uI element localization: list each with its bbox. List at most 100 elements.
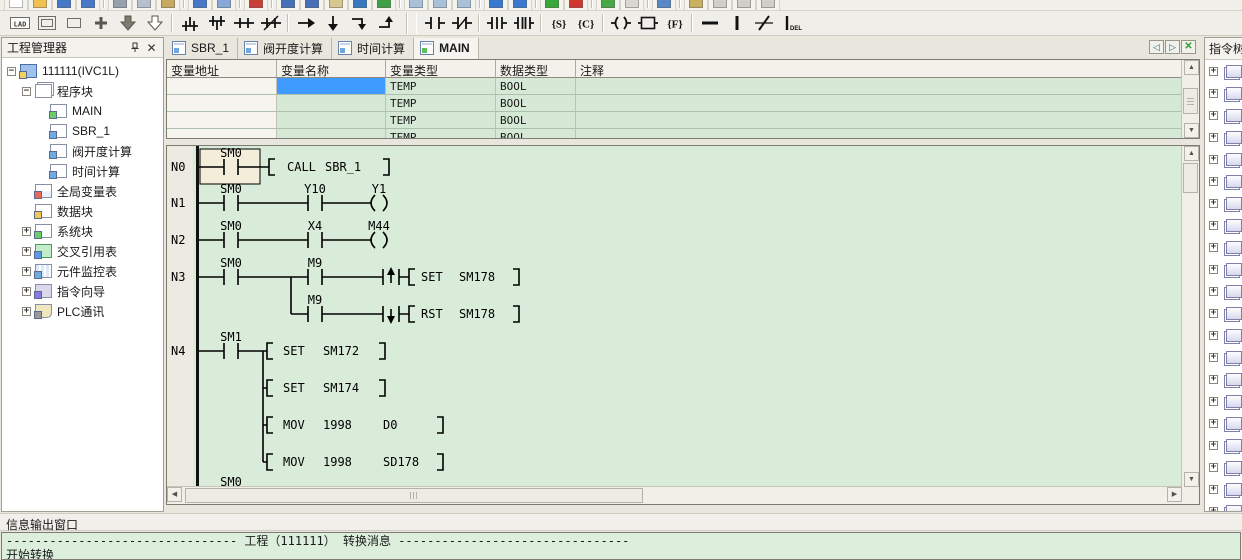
expand-icon[interactable]: +: [1209, 221, 1218, 230]
pin-icon[interactable]: [126, 40, 143, 56]
window-tile-3-button[interactable]: [452, 0, 476, 11]
undo-button[interactable]: [188, 0, 212, 11]
instruction-tree-item[interactable]: +: [1205, 346, 1242, 368]
contact-label[interactable]: SM0: [220, 182, 242, 196]
column-header-comment[interactable]: 注释: [576, 60, 1182, 78]
find-button[interactable]: [276, 0, 300, 11]
run-button[interactable]: [540, 0, 564, 11]
instruction-tree-item[interactable]: +: [1205, 214, 1242, 236]
tree-item-instruction-wizard[interactable]: +指令向导: [2, 281, 163, 301]
expand-icon[interactable]: +: [1209, 463, 1218, 472]
tree-item-project-root[interactable]: −111111(IVC1L): [2, 61, 163, 81]
instruction-arg[interactable]: SM178: [459, 307, 495, 321]
scroll-left-icon[interactable]: ◀: [167, 487, 182, 502]
draw-line-down-button[interactable]: [203, 13, 230, 34]
scroll-right-icon[interactable]: ▶: [1167, 487, 1182, 502]
redo-button[interactable]: [212, 0, 236, 11]
tool-a-button[interactable]: [708, 0, 732, 11]
draw-line-up-button[interactable]: [176, 13, 203, 34]
name-cell[interactable]: [277, 78, 386, 95]
instruction-arg[interactable]: SM178: [459, 270, 495, 284]
contact-neg-edge-button[interactable]: [510, 13, 537, 34]
window-tile-2-button[interactable]: [428, 0, 452, 11]
instruction-tree-item[interactable]: +: [1205, 412, 1242, 434]
bookmark-button[interactable]: [324, 0, 348, 11]
datatype-cell[interactable]: BOOL: [496, 95, 576, 112]
hscroll-thumb[interactable]: [185, 488, 643, 503]
tree-item-valve-calc[interactable]: 阀开度计算: [2, 141, 163, 161]
ladder-editor[interactable]: N0 N1 N2 N3 N4 SM0 CALL SBR_1 SM0 Y10 Y1: [166, 145, 1200, 505]
instruction-tree-item[interactable]: +: [1205, 104, 1242, 126]
tab-close-button[interactable]: ✕: [1181, 40, 1196, 54]
cut-button[interactable]: [108, 0, 132, 11]
column-header-vartype[interactable]: 变量类型: [386, 60, 496, 78]
expand-icon[interactable]: +: [1209, 485, 1218, 494]
expand-icon[interactable]: +: [1209, 309, 1218, 318]
contact-label[interactable]: SM0: [220, 146, 242, 160]
expand-icon[interactable]: +: [1209, 177, 1218, 186]
tool-b-button[interactable]: [732, 0, 756, 11]
ladder-vscrollbar[interactable]: ▲ ▼: [1181, 146, 1199, 487]
vline-button[interactable]: [723, 13, 750, 34]
tree-item-program-blocks[interactable]: −程序块: [2, 81, 163, 101]
coil-label[interactable]: Y1: [372, 182, 386, 196]
expand-icon[interactable]: +: [1209, 331, 1218, 340]
instruction-op[interactable]: MOV: [283, 418, 305, 432]
address-cell[interactable]: [167, 112, 277, 129]
tree-item-main[interactable]: MAIN: [2, 101, 163, 121]
line-slash-button[interactable]: [750, 13, 777, 34]
collapse-icon[interactable]: −: [7, 67, 16, 76]
instruction-tree-item[interactable]: +: [1205, 148, 1242, 170]
output-window[interactable]: -------------------------------- 工程（1111…: [1, 532, 1241, 560]
delete-row-down-button[interactable]: [141, 13, 168, 34]
instruction-tree-item[interactable]: +: [1205, 60, 1242, 82]
contact-pos-edge-button[interactable]: [483, 13, 510, 34]
tab-SBR_1[interactable]: SBR_1: [166, 38, 238, 59]
comment-cell[interactable]: [576, 95, 1182, 112]
scroll-down-icon[interactable]: ▼: [1184, 472, 1199, 487]
contact-nc-button[interactable]: [448, 13, 475, 34]
insert-row-down-button[interactable]: [114, 13, 141, 34]
arrow-down-button[interactable]: [319, 13, 346, 34]
expand-icon[interactable]: +: [1209, 155, 1218, 164]
save-button[interactable]: [52, 0, 76, 11]
arrow-turn-down-button[interactable]: [346, 13, 373, 34]
tree-item-sbr1[interactable]: SBR_1: [2, 121, 163, 141]
scroll-up-icon[interactable]: ▲: [1184, 146, 1199, 161]
expand-icon[interactable]: +: [1209, 419, 1218, 428]
instruction-op[interactable]: CALL: [287, 160, 316, 174]
vscroll-thumb[interactable]: [1183, 88, 1198, 114]
expand-icon[interactable]: +: [1209, 507, 1218, 513]
close-icon[interactable]: ✕: [143, 40, 160, 56]
draw-line-horizontal-button[interactable]: [230, 13, 257, 34]
address-cell[interactable]: [167, 129, 277, 138]
window-tile-1-button[interactable]: [404, 0, 428, 11]
arrow-turn-up-button[interactable]: [373, 13, 400, 34]
column-header-name[interactable]: 变量名称: [277, 60, 386, 78]
expand-icon[interactable]: +: [1209, 243, 1218, 252]
datatype-cell[interactable]: BOOL: [496, 112, 576, 129]
upload-plc-button[interactable]: [508, 0, 532, 11]
goto-button[interactable]: [348, 0, 372, 11]
coil-label[interactable]: M44: [368, 219, 390, 233]
comment-cell[interactable]: [576, 129, 1182, 138]
output-window-titlebar[interactable]: 信息输出窗口: [0, 513, 1242, 531]
expand-icon[interactable]: +: [1209, 441, 1218, 450]
expand-icon[interactable]: +: [1209, 89, 1218, 98]
instruction-tree-item[interactable]: +: [1205, 192, 1242, 214]
instruction-tree-item[interactable]: +: [1205, 126, 1242, 148]
instruction-tree-item[interactable]: +: [1205, 170, 1242, 192]
tab-scroll-left-button[interactable]: ◁: [1149, 40, 1164, 54]
name-cell[interactable]: [277, 95, 386, 112]
tree-item-global-vars[interactable]: 全局变量表: [2, 181, 163, 201]
refresh-button[interactable]: [372, 0, 396, 11]
instruction-tree-item[interactable]: +: [1205, 302, 1242, 324]
datatype-cell[interactable]: BOOL: [496, 129, 576, 138]
instruction-tree-item[interactable]: +: [1205, 456, 1242, 478]
column-header-datatype[interactable]: 数据类型: [496, 60, 576, 78]
column-header-address[interactable]: 变量地址: [167, 60, 277, 78]
ladder-hscrollbar[interactable]: ◀ ▶: [167, 486, 1182, 504]
expand-icon[interactable]: +: [1209, 375, 1218, 384]
vartype-cell[interactable]: TEMP: [386, 129, 496, 138]
tree-item-system-block[interactable]: +系统块: [2, 221, 163, 241]
